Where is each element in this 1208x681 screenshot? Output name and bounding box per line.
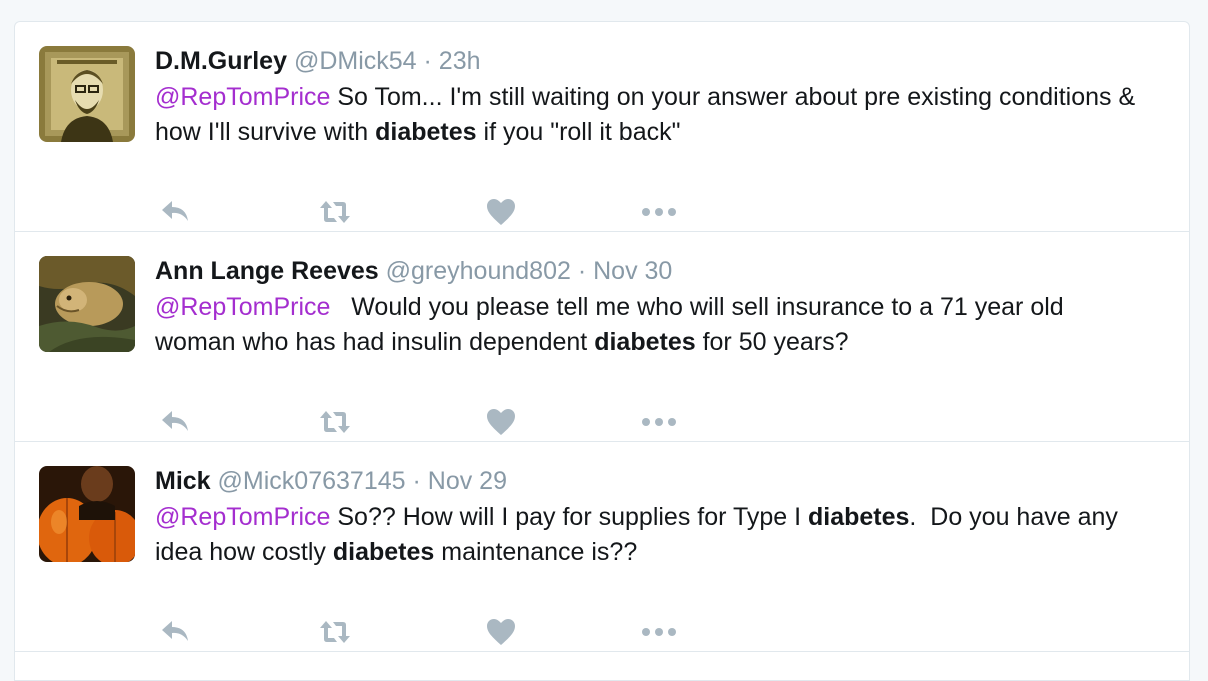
like-button[interactable] bbox=[481, 614, 521, 650]
tweet-timeline: D.M.Gurley @DMick54 · 23h @RepTomPrice S… bbox=[14, 21, 1190, 681]
keyword-highlight: diabetes bbox=[594, 328, 696, 356]
tweet-text: @RepTomPrice So?? How will I pay for sup… bbox=[155, 500, 1149, 570]
user-handle[interactable]: @DMick54 bbox=[294, 47, 417, 75]
more-options-icon bbox=[642, 628, 676, 636]
header-separator: · bbox=[412, 467, 421, 495]
reply-button[interactable] bbox=[155, 404, 195, 440]
header-separator: · bbox=[423, 47, 432, 75]
keyword-highlight: diabetes bbox=[807, 503, 910, 531]
tweet-text: @RepTomPrice Would you please tell me wh… bbox=[155, 290, 1149, 360]
tweet-actions bbox=[155, 194, 855, 230]
like-heart-icon bbox=[487, 409, 515, 435]
reply-button[interactable] bbox=[155, 614, 195, 650]
more-options-button[interactable] bbox=[639, 194, 679, 230]
more-options-button[interactable] bbox=[639, 404, 679, 440]
tweet-timestamp[interactable]: Nov 29 bbox=[428, 467, 507, 495]
keyword-highlight: diabetes bbox=[375, 118, 477, 146]
user-fullname[interactable]: Mick bbox=[155, 467, 211, 495]
more-options-icon bbox=[642, 418, 676, 426]
retweet-icon bbox=[320, 621, 350, 643]
mention-link[interactable]: @RepTomPrice bbox=[155, 503, 330, 531]
header-separator: · bbox=[577, 257, 587, 285]
tweet-text-segment: for 50 years? bbox=[695, 328, 849, 356]
tweet-text-segment: if you "roll it back" bbox=[476, 118, 681, 146]
retweet-button[interactable] bbox=[315, 194, 355, 230]
user-fullname[interactable]: D.M.Gurley bbox=[155, 47, 287, 75]
keyword-highlight: diabetes bbox=[332, 538, 435, 566]
user-fullname[interactable]: Ann Lange Reeves bbox=[155, 257, 379, 285]
user-handle[interactable]: @Mick07637145 bbox=[218, 467, 406, 495]
like-button[interactable] bbox=[481, 194, 521, 230]
retweet-button[interactable] bbox=[315, 404, 355, 440]
user-handle[interactable]: @greyhound802 bbox=[386, 257, 571, 285]
tweet[interactable]: Mick @Mick07637145 · Nov 29 @RepTomPrice… bbox=[15, 442, 1189, 652]
reply-icon bbox=[162, 201, 188, 221]
like-heart-icon bbox=[487, 199, 515, 225]
tweet-timestamp[interactable]: Nov 30 bbox=[593, 257, 672, 285]
reply-icon bbox=[162, 621, 188, 641]
reply-icon bbox=[162, 411, 188, 431]
like-heart-icon bbox=[487, 619, 515, 645]
avatar[interactable] bbox=[39, 46, 135, 142]
like-button[interactable] bbox=[481, 404, 521, 440]
avatar[interactable] bbox=[39, 466, 135, 562]
more-options-icon bbox=[642, 208, 676, 216]
tweet-timestamp[interactable]: 23h bbox=[439, 47, 481, 75]
more-options-button[interactable] bbox=[639, 614, 679, 650]
tweet-header: Ann Lange Reeves @greyhound802 · Nov 30 bbox=[155, 254, 1149, 288]
tweet-text-segment: maintenance is?? bbox=[434, 538, 638, 566]
mention-link[interactable]: @RepTomPrice bbox=[155, 293, 330, 321]
retweet-icon bbox=[320, 411, 350, 433]
mention-link[interactable]: @RepTomPrice bbox=[155, 83, 330, 111]
avatar[interactable] bbox=[39, 256, 135, 352]
reply-button[interactable] bbox=[155, 194, 195, 230]
tweet[interactable]: Ann Lange Reeves @greyhound802 · Nov 30 … bbox=[15, 232, 1189, 442]
tweet-actions bbox=[155, 404, 855, 440]
tweet-text-segment: So?? How will I pay for supplies for Typ… bbox=[330, 503, 808, 531]
retweet-button[interactable] bbox=[315, 614, 355, 650]
tweet-actions bbox=[155, 614, 855, 650]
retweet-icon bbox=[320, 201, 350, 223]
tweet-header: Mick @Mick07637145 · Nov 29 bbox=[155, 464, 1149, 498]
tweet-header: D.M.Gurley @DMick54 · 23h bbox=[155, 44, 1149, 78]
tweet[interactable]: D.M.Gurley @DMick54 · 23h @RepTomPrice S… bbox=[15, 22, 1189, 232]
tweet-text: @RepTomPrice So Tom... I'm still waiting… bbox=[155, 80, 1149, 150]
